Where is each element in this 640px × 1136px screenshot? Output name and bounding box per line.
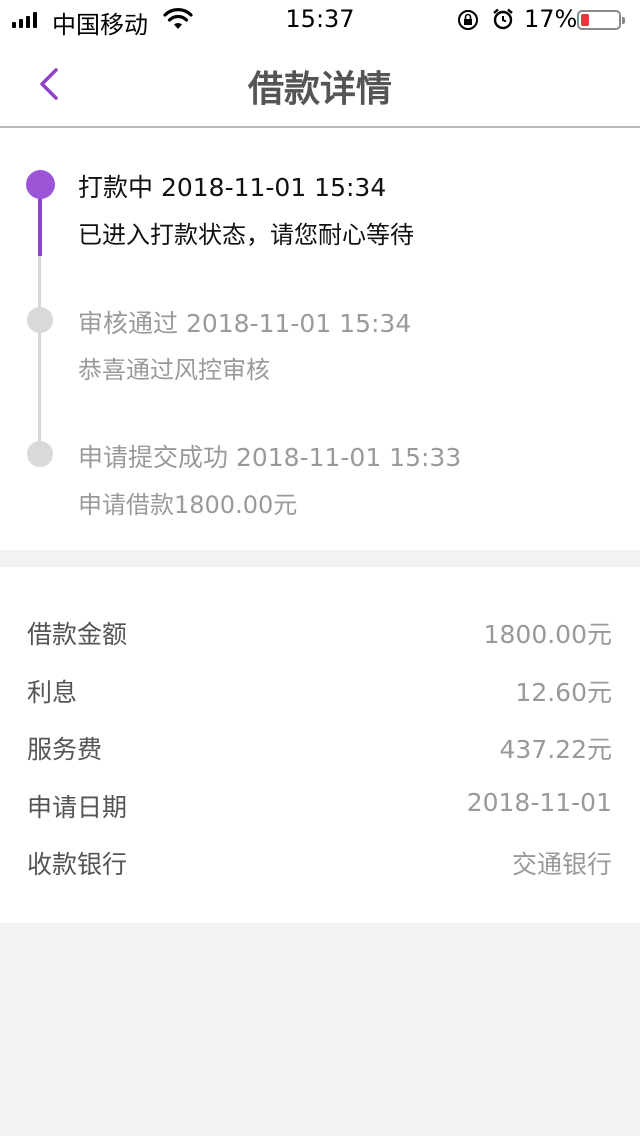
- detail-row-service-fee: 服务费 437.22元: [0, 730, 640, 770]
- detail-row-apply-date: 申请日期 2018-11-01: [0, 788, 640, 828]
- timeline-step-desc: 恭喜通过风控审核: [78, 356, 270, 384]
- page-title: 借款详情: [247, 69, 392, 110]
- timeline-line: [38, 256, 41, 456]
- detail-label: 利息: [27, 678, 78, 707]
- detail-label: 借款金额: [27, 620, 128, 649]
- timeline-dot-active: [26, 170, 55, 199]
- battery-icon: [577, 10, 625, 30]
- timeline-step-title: 审核通过 2018-11-01 15:34: [78, 309, 412, 338]
- navigation-bar: 借款详情: [0, 40, 640, 128]
- detail-value: 1800.00元: [483, 620, 612, 649]
- loan-details-list: 借款金额 1800.00元 利息 12.60元 服务费 437.22元 申请日期…: [0, 567, 640, 923]
- timeline-dot: [27, 307, 53, 333]
- alarm-icon: [493, 8, 513, 30]
- detail-value: 12.60元: [515, 678, 612, 707]
- detail-value: 2018-11-01: [466, 788, 612, 817]
- timeline-step-desc: 申请借款1800.00元: [78, 491, 298, 519]
- detail-value: 437.22元: [499, 735, 612, 764]
- timeline-step-desc: 已进入打款状态，请您耐心等待: [78, 221, 414, 249]
- loan-status-timeline: 打款中 2018-11-01 15:34 已进入打款状态，请您耐心等待 审核通过…: [0, 128, 640, 550]
- detail-row-interest: 利息 12.60元: [0, 673, 640, 713]
- timeline-dot: [27, 441, 53, 467]
- status-bar: 中国移动 15:37 17%: [0, 0, 640, 40]
- detail-label: 服务费: [27, 735, 103, 764]
- battery-percentage: 17%: [524, 5, 578, 33]
- timeline-step-title: 申请提交成功 2018-11-01 15:33: [78, 443, 462, 472]
- detail-value: 交通银行: [511, 850, 612, 879]
- detail-label: 申请日期: [27, 793, 128, 822]
- timeline-step-title: 打款中 2018-11-01 15:34: [78, 173, 387, 202]
- detail-row-receiving-bank: 收款银行 交通银行: [0, 845, 640, 885]
- orientation-lock-icon: [458, 10, 478, 30]
- detail-label: 收款银行: [27, 850, 128, 879]
- detail-row-loan-amount: 借款金额 1800.00元: [0, 615, 640, 655]
